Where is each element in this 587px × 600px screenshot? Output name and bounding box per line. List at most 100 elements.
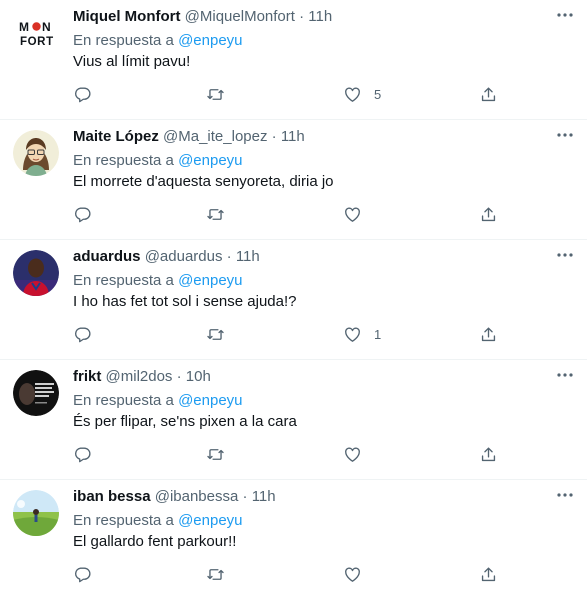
reply-context: En respuesta a @enpeyu <box>73 391 243 411</box>
tweet-header: frikt @mil2dos · 10h <box>73 367 211 387</box>
like-button[interactable] <box>343 444 374 464</box>
reply-icon <box>74 326 91 342</box>
like-button[interactable]: 1 <box>343 324 381 344</box>
like-count: 1 <box>374 326 382 342</box>
tweet[interactable]: frikt @mil2dos · 10h En respuesta a @enp… <box>0 360 587 480</box>
tweet-text: I ho has fet tot sol i sense ajuda!? <box>73 293 297 310</box>
like-count: 5 <box>374 86 382 102</box>
retweet-button[interactable] <box>206 84 237 104</box>
like-button[interactable]: 5 <box>343 84 381 104</box>
tweet-text: Vius al límit pavu! <box>73 53 191 70</box>
user-handle[interactable]: @MiquelMonfort <box>185 8 295 25</box>
tweet-time[interactable]: 11h <box>281 128 305 145</box>
avatar[interactable] <box>13 490 59 536</box>
tweet-time[interactable]: 11h <box>308 8 332 25</box>
reply-button[interactable] <box>73 84 104 104</box>
share-button[interactable] <box>479 444 498 464</box>
share-icon <box>481 206 496 221</box>
reply-icon <box>74 86 91 102</box>
tweet-time[interactable]: 10h <box>186 368 211 385</box>
tweet[interactable]: Maite López @Ma_ite_lopez · 11h En respu… <box>0 120 587 240</box>
share-button[interactable] <box>479 324 498 344</box>
svg-text:N: N <box>42 20 51 34</box>
reply-button[interactable] <box>73 564 104 584</box>
more-icon[interactable] <box>553 245 577 265</box>
tweet-time[interactable]: 11h <box>236 248 260 265</box>
retweet-icon <box>207 328 224 340</box>
tweet-text: El morrete d'aquesta senyoreta, diria jo <box>73 173 334 190</box>
tweet[interactable]: M N FORT Miquel Monfort @MiquelMonfort ·… <box>0 0 587 120</box>
reply-prefix: En respuesta a <box>73 392 174 409</box>
svg-text:M: M <box>19 20 29 34</box>
share-button[interactable] <box>479 204 498 224</box>
more-icon[interactable] <box>553 5 577 25</box>
reply-to-link[interactable]: @enpeyu <box>178 32 242 49</box>
reply-button[interactable] <box>73 444 104 464</box>
avatar[interactable]: M N FORT <box>13 10 59 56</box>
reply-context: En respuesta a @enpeyu <box>73 271 243 291</box>
tweet-header: Miquel Monfort @MiquelMonfort · 11h <box>73 7 332 27</box>
retweet-button[interactable] <box>206 564 237 584</box>
monfort-logo-icon: M N FORT <box>13 10 59 56</box>
tweet[interactable]: iban bessa @ibanbessa · 11h En respuesta… <box>0 480 587 600</box>
like-icon <box>345 326 360 342</box>
share-button[interactable] <box>479 564 498 584</box>
share-icon <box>481 86 496 101</box>
retweet-button[interactable] <box>206 204 237 224</box>
avatar[interactable] <box>13 130 59 176</box>
poster-avatar-icon <box>13 370 59 416</box>
tweet-header: aduardus @aduardus · 11h <box>73 247 260 267</box>
tweet-time[interactable]: 11h <box>252 488 276 505</box>
share-button[interactable] <box>479 84 498 104</box>
like-icon <box>345 86 360 102</box>
reply-button[interactable] <box>73 204 104 224</box>
display-name[interactable]: Miquel Monfort <box>73 8 180 25</box>
tweet-actions: 5 <box>73 84 513 104</box>
separator-dot: · <box>226 248 232 265</box>
display-name[interactable]: frikt <box>73 368 101 385</box>
reply-to-link[interactable]: @enpeyu <box>178 392 242 409</box>
reply-button[interactable] <box>73 324 104 344</box>
reply-icon <box>74 206 91 222</box>
reply-to-link[interactable]: @enpeyu <box>178 272 242 289</box>
user-handle[interactable]: @ibanbessa <box>155 488 239 505</box>
reply-to-link[interactable]: @enpeyu <box>178 152 242 169</box>
more-icon[interactable] <box>553 365 577 385</box>
user-handle[interactable]: @Ma_ite_lopez <box>163 128 267 145</box>
tweet-text: És per flipar, se'ns pixen a la cara <box>73 413 297 430</box>
display-name[interactable]: aduardus <box>73 248 141 265</box>
retweet-button[interactable] <box>206 324 237 344</box>
separator-dot: · <box>176 368 182 385</box>
tweet-actions <box>73 204 513 224</box>
separator-dot: · <box>242 488 248 505</box>
reply-context: En respuesta a @enpeyu <box>73 31 243 51</box>
like-button[interactable] <box>343 564 374 584</box>
retweet-icon <box>207 448 224 460</box>
tweet[interactable]: aduardus @aduardus · 11h En respuesta a … <box>0 240 587 360</box>
avatar[interactable] <box>13 370 59 416</box>
share-icon <box>481 326 496 341</box>
like-icon <box>345 566 360 582</box>
illustrated-woman-avatar-icon <box>13 130 59 176</box>
user-handle[interactable]: @aduardus <box>145 248 223 265</box>
reply-icon <box>74 566 91 582</box>
like-button[interactable] <box>343 204 374 224</box>
reply-to-link[interactable]: @enpeyu <box>178 512 242 529</box>
avatar[interactable] <box>13 250 59 296</box>
display-name[interactable]: iban bessa <box>73 488 151 505</box>
reply-icon <box>74 446 91 462</box>
reply-prefix: En respuesta a <box>73 512 174 529</box>
like-icon <box>345 206 360 222</box>
share-icon <box>481 566 496 581</box>
more-icon[interactable] <box>553 125 577 145</box>
display-name[interactable]: Maite López <box>73 128 159 145</box>
more-icon[interactable] <box>553 485 577 505</box>
tweet-actions: 1 <box>73 324 513 344</box>
profile-photo-icon <box>13 250 59 296</box>
user-handle[interactable]: @mil2dos <box>106 368 173 385</box>
tweet-actions <box>73 444 513 464</box>
reply-prefix: En respuesta a <box>73 32 174 49</box>
share-icon <box>481 446 496 461</box>
retweet-icon <box>207 568 224 580</box>
retweet-button[interactable] <box>206 444 237 464</box>
